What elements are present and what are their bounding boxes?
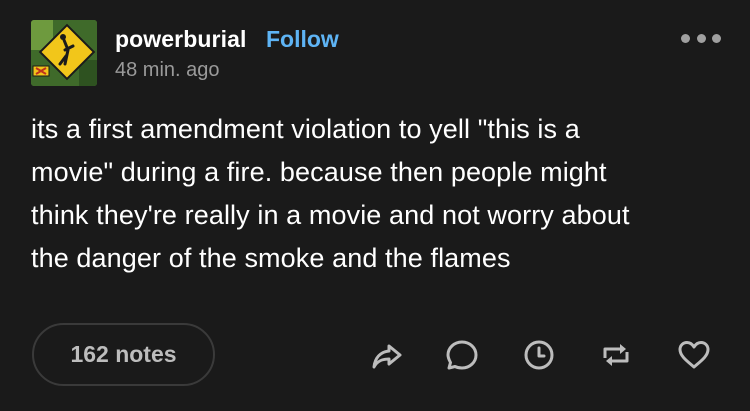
post-timestamp: 48 min. ago	[115, 59, 220, 81]
more-dot	[696, 33, 706, 43]
share-icon	[372, 344, 402, 369]
post-body-line: the danger of the smoke and the flames	[31, 243, 511, 273]
share-button[interactable]	[368, 336, 406, 374]
reblog-button[interactable]	[597, 336, 635, 374]
heart-icon	[678, 341, 710, 369]
more-options-button[interactable]	[681, 28, 721, 48]
notes-button[interactable]: 162 notes	[32, 323, 215, 386]
blog-avatar[interactable]	[31, 20, 97, 86]
reblog-icon	[603, 344, 629, 366]
reply-button[interactable]	[443, 336, 481, 374]
like-button[interactable]	[675, 336, 713, 374]
post-body-line: its a first amendment violation to yell …	[31, 114, 580, 144]
more-dot	[681, 33, 690, 43]
reply-icon	[446, 340, 478, 370]
follow-button[interactable]: Follow	[266, 25, 339, 53]
post-body: its a first amendment violation to yell …	[31, 108, 721, 280]
post-body-line: think they're really in a movie and not …	[31, 200, 630, 230]
more-dot	[712, 33, 721, 43]
queue-button[interactable]	[520, 336, 558, 374]
post-card: powerburial Follow 48 min. ago its a fir…	[0, 0, 750, 411]
avatar-sign-image	[31, 20, 97, 86]
queue-clock-icon	[524, 340, 554, 370]
post-body-line: movie" during a fire. because then peopl…	[31, 157, 607, 187]
blog-name[interactable]: powerburial	[115, 25, 246, 53]
